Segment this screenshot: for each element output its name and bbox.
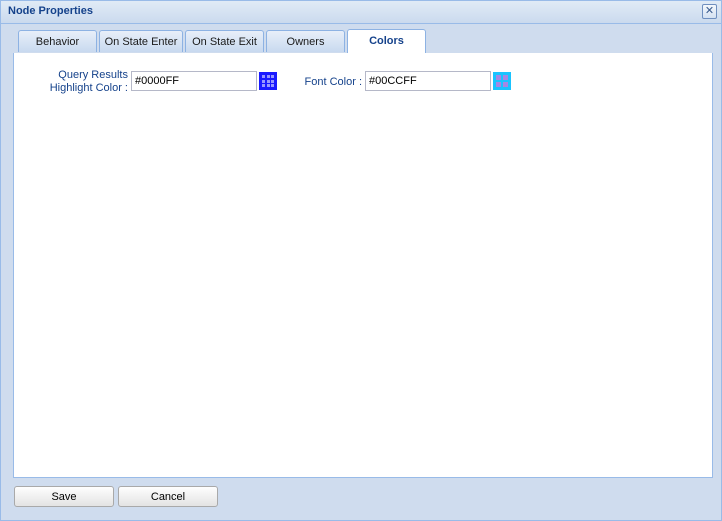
cancel-button[interactable]: Cancel xyxy=(118,486,218,507)
tab-colors[interactable]: Colors xyxy=(347,29,426,54)
tab-behavior[interactable]: Behavior xyxy=(18,30,97,52)
colors-panel: Query Results Highlight Color : Font Col… xyxy=(13,53,713,478)
font-color-field[interactable] xyxy=(365,71,491,91)
font-color-label: Font Color : xyxy=(304,76,362,88)
window-title: Node Properties xyxy=(8,5,93,17)
highlight-color-label-line1: Query Results xyxy=(58,69,128,81)
palette-grid-icon xyxy=(496,75,508,87)
tab-on-state-exit[interactable]: On State Exit xyxy=(185,30,264,52)
tab-on-state-enter[interactable]: On State Enter xyxy=(99,30,183,52)
tab-strip: Behavior On State Enter On State Exit Ow… xyxy=(13,29,713,54)
highlight-color-picker-button[interactable] xyxy=(259,72,277,90)
palette-grid-icon xyxy=(262,75,274,87)
save-button[interactable]: Save xyxy=(14,486,114,507)
tab-owners[interactable]: Owners xyxy=(266,30,345,52)
highlight-color-label: Query Results Highlight Color : xyxy=(34,69,128,95)
window-titlebar[interactable]: Node Properties ✕ xyxy=(1,1,721,24)
font-color-picker-button[interactable] xyxy=(493,72,511,90)
close-icon[interactable]: ✕ xyxy=(702,4,717,19)
highlight-color-field[interactable] xyxy=(131,71,257,91)
highlight-color-label-line2: Highlight Color : xyxy=(49,82,128,94)
node-properties-window: Node Properties ✕ Behavior On State Ente… xyxy=(0,0,722,521)
